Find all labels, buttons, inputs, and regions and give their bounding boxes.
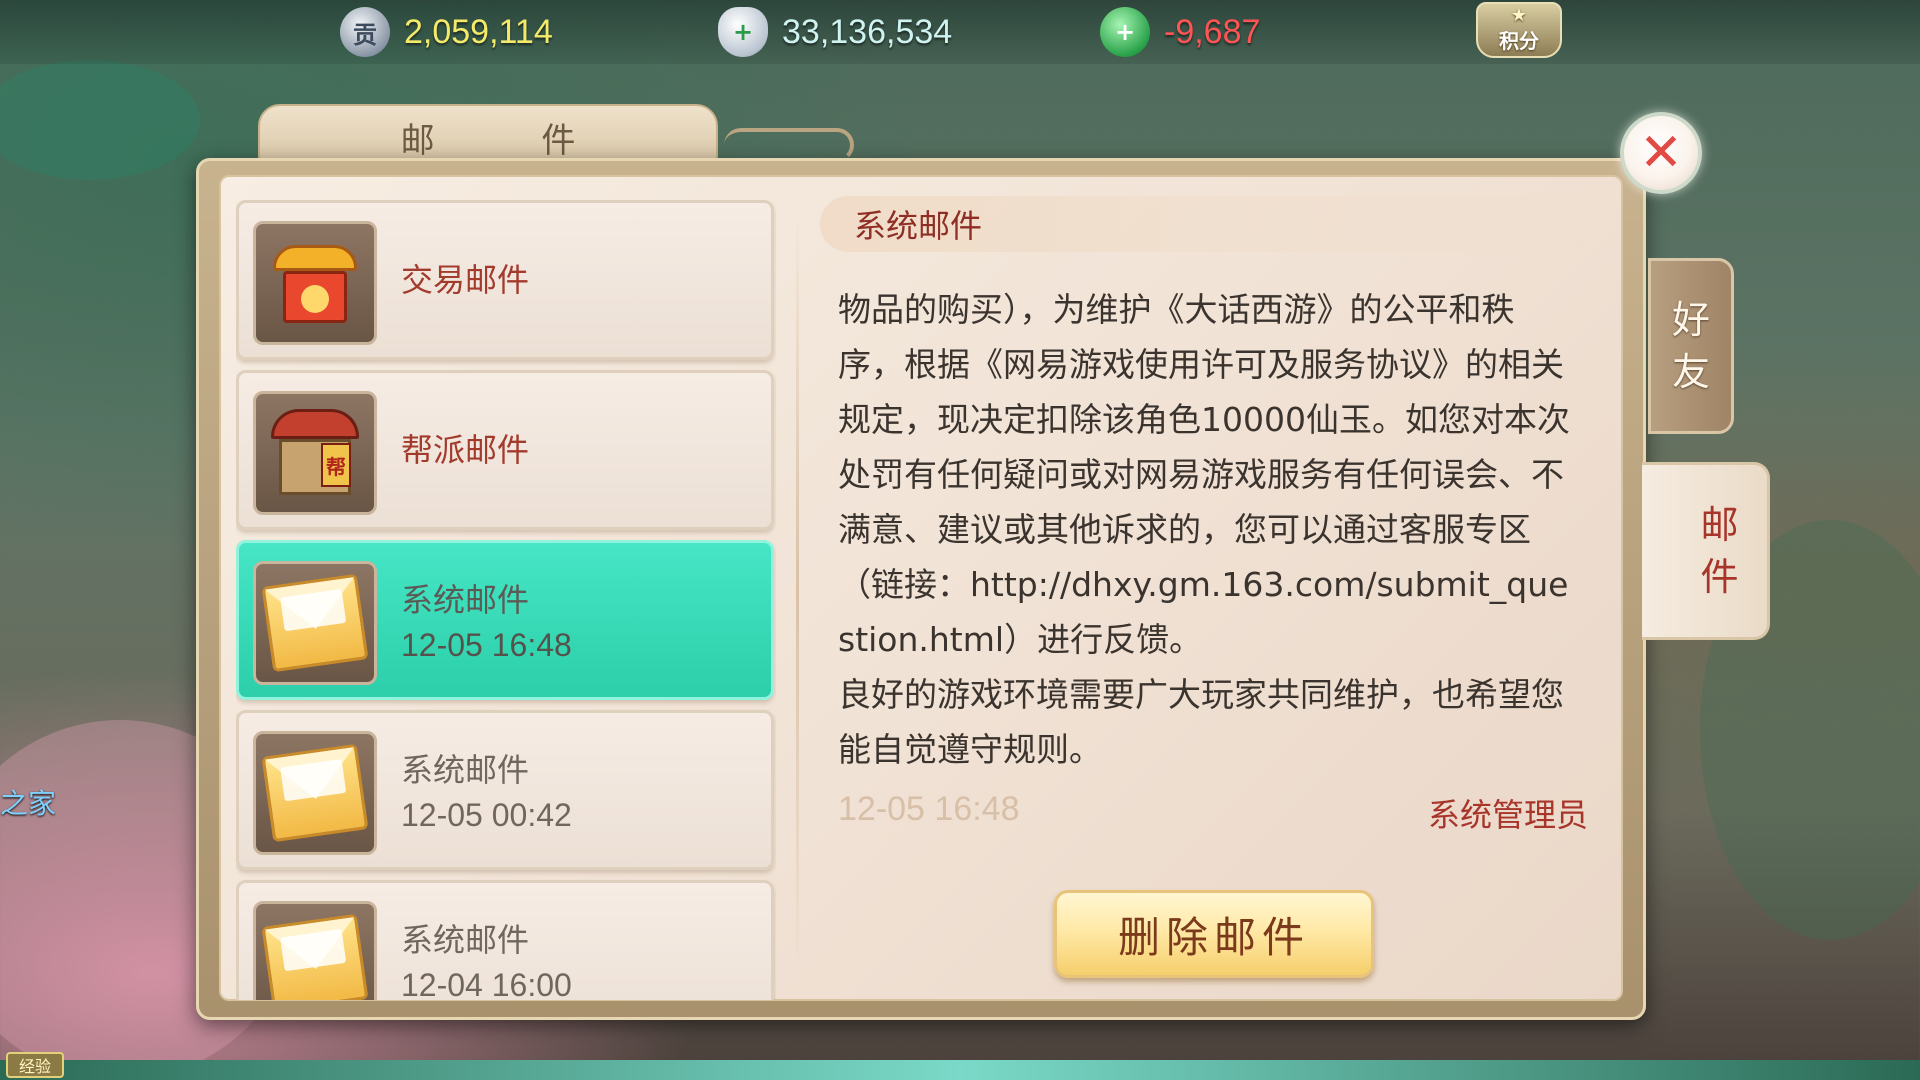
currency-value: 33,136,534 <box>782 12 953 51</box>
mail-detail-time: 12-05 16:48 <box>838 790 1020 828</box>
guild-house-icon: 帮 <box>267 403 363 503</box>
bottom-bar <box>0 1060 1920 1080</box>
currency-jade[interactable]: + -9,687 <box>1100 6 1260 58</box>
mail-detail-body[interactable]: 物品的购买），为维护《大话西游》的公平和秩序，根据《网易游戏使用许可及服务协议》… <box>838 282 1578 777</box>
currency-bar: 贡 2,059,114 + 33,136,534 + -9,687 ★ 积分 <box>0 0 1920 64</box>
points-button[interactable]: ★ 积分 <box>1476 2 1562 58</box>
mail-icon-frame <box>253 731 377 855</box>
delete-mail-button[interactable]: 删除邮件 <box>1054 890 1374 978</box>
mail-detail-title: 系统邮件 <box>854 207 983 245</box>
mail-icon-frame: 帮 <box>253 391 377 515</box>
mail-time: 12-05 16:48 <box>401 627 572 663</box>
mail-title: 系统邮件 <box>401 921 530 959</box>
envelope-icon <box>261 913 369 1000</box>
silver-ingot-icon[interactable]: + <box>718 7 768 57</box>
close-button[interactable]: ✕ <box>1620 112 1702 194</box>
mail-item-system[interactable]: 系统邮件 12-04 16:00 <box>236 880 774 1000</box>
tab-friends-label: 好 友 <box>1671 298 1710 394</box>
mail-icon-frame <box>253 901 377 1000</box>
bg-pond <box>0 60 200 180</box>
mail-detail-sender: 系统管理员 <box>1427 796 1588 834</box>
mail-icon-frame <box>253 561 377 685</box>
list-detail-divider <box>796 214 799 974</box>
mail-time: 12-04 16:00 <box>401 967 572 1000</box>
currency-value: -9,687 <box>1164 12 1261 51</box>
mail-title: 系统邮件 <box>401 751 530 789</box>
mail-icon-frame <box>253 221 377 345</box>
tab-mail-label: 邮 件 <box>1700 503 1739 599</box>
close-icon: ✕ <box>1639 123 1683 183</box>
mail-item-system[interactable]: 系统邮件 12-05 00:42 <box>236 710 774 870</box>
points-label: 积分 <box>1499 28 1539 53</box>
currency-value: 2,059,114 <box>404 12 553 51</box>
envelope-icon <box>261 573 369 673</box>
mail-item-system-selected[interactable]: 系统邮件 12-05 16:48 <box>236 540 774 700</box>
currency-contribution: 贡 2,059,114 <box>340 6 553 58</box>
exp-label: 经验 <box>6 1052 64 1078</box>
jade-icon[interactable]: + <box>1100 7 1150 57</box>
mail-item-trade[interactable]: 交易邮件 <box>236 200 774 360</box>
title-swirl-ornament <box>724 128 854 162</box>
currency-silver[interactable]: + 33,136,534 <box>718 6 952 58</box>
envelope-icon <box>261 743 369 843</box>
mail-list[interactable]: 交易邮件 帮 帮派邮件 系统邮件 12-05 16:48 系统邮件 12-05 … <box>236 200 776 1000</box>
mail-time: 12-05 00:42 <box>401 797 572 833</box>
mail-title: 交易邮件 <box>401 261 530 299</box>
tab-friends[interactable]: 好 友 <box>1648 258 1734 434</box>
tab-mail[interactable]: 邮 件 <box>1642 462 1770 640</box>
mail-title: 帮派邮件 <box>401 431 530 469</box>
left-edge-text: 之家 <box>0 787 57 820</box>
mail-item-guild[interactable]: 帮 帮派邮件 <box>236 370 774 530</box>
contribution-coin-icon: 贡 <box>340 7 390 57</box>
mail-title: 系统邮件 <box>401 581 530 619</box>
points-star-icon: ★ <box>1510 4 1528 26</box>
trade-shop-icon <box>267 235 363 331</box>
panel-title: 邮 件 <box>400 120 624 161</box>
mail-detail-header: 系统邮件 <box>820 196 1620 252</box>
